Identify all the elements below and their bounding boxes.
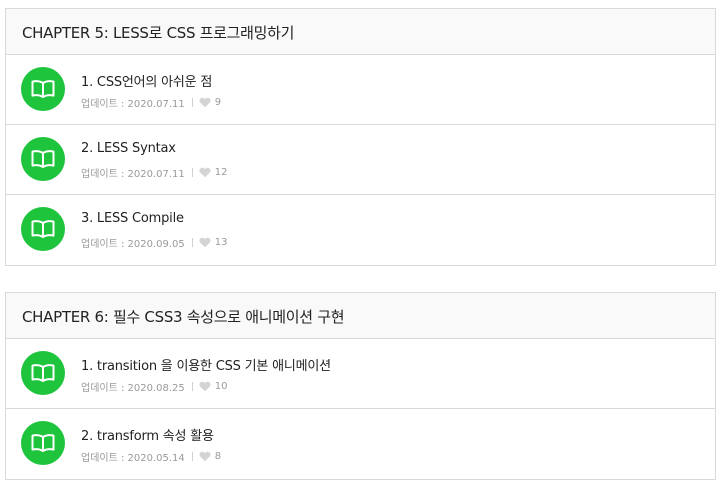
meta-divider	[191, 452, 193, 461]
lesson-title[interactable]: 3. LESS Compile	[81, 211, 184, 226]
like-count: 8	[214, 451, 222, 462]
like-count: 13	[214, 237, 228, 248]
lesson-meta: 업데이트 : 2020.07.11 12	[81, 165, 228, 180]
chapter-header: CHAPTER 5: LESS로 CSS 프로그래밍하기	[6, 9, 715, 55]
lesson-meta: 업데이트 : 2020.09.05 13	[81, 235, 228, 250]
chapter-section: CHAPTER 6: 필수 CSS3 속성으로 애니메이션 구현 1. tran…	[5, 292, 716, 480]
lesson-title[interactable]: 2. LESS Syntax	[81, 141, 176, 156]
book-icon	[21, 351, 65, 395]
meta-divider	[191, 382, 193, 391]
book-icon	[21, 421, 65, 465]
heart-icon	[199, 167, 211, 178]
lesson-item[interactable]: 3. LESS Compile 업데이트 : 2020.09.05 13	[6, 195, 715, 265]
book-icon	[21, 137, 65, 181]
chapter-section: CHAPTER 5: LESS로 CSS 프로그래밍하기 1. CSS언어의 아…	[5, 8, 716, 266]
lesson-item[interactable]: 1. CSS언어의 아쉬운 점 업데이트 : 2020.07.11 9	[6, 55, 715, 125]
lesson-item[interactable]: 2. LESS Syntax 업데이트 : 2020.07.11 12	[6, 125, 715, 195]
book-icon	[21, 207, 65, 251]
meta-divider	[191, 98, 193, 107]
update-date: 업데이트 : 2020.08.25	[81, 383, 185, 394]
update-date: 업데이트 : 2020.09.05	[81, 239, 185, 250]
heart-icon	[199, 97, 211, 108]
lesson-item[interactable]: 2. transform 속성 활용 업데이트 : 2020.05.14 8	[6, 409, 715, 479]
course-curriculum: CHAPTER 5: LESS로 CSS 프로그래밍하기 1. CSS언어의 아…	[0, 0, 725, 485]
meta-divider	[191, 238, 193, 247]
chapter-header: CHAPTER 6: 필수 CSS3 속성으로 애니메이션 구현	[6, 293, 715, 339]
meta-divider	[191, 168, 193, 177]
lesson-meta: 업데이트 : 2020.07.11 9	[81, 95, 221, 110]
update-date: 업데이트 : 2020.07.11	[81, 99, 185, 110]
update-date: 업데이트 : 2020.07.11	[81, 169, 185, 180]
heart-icon	[199, 451, 211, 462]
chapter-title: CHAPTER 5: LESS로 CSS 프로그래밍하기	[22, 24, 295, 42]
chapter-title: CHAPTER 6: 필수 CSS3 속성으로 애니메이션 구현	[22, 308, 345, 326]
lesson-title[interactable]: 1. CSS언어의 아쉬운 점	[81, 71, 212, 90]
lesson-meta: 업데이트 : 2020.08.25 10	[81, 379, 228, 394]
lesson-title[interactable]: 1. transition 을 이용한 CSS 기본 애니메이션	[81, 355, 331, 374]
heart-icon	[199, 381, 211, 392]
like-count: 10	[214, 381, 228, 392]
update-date: 업데이트 : 2020.05.14	[81, 453, 185, 464]
heart-icon	[199, 237, 211, 248]
lesson-title[interactable]: 2. transform 속성 활용	[81, 425, 214, 444]
like-count: 12	[214, 167, 228, 178]
lesson-item[interactable]: 1. transition 을 이용한 CSS 기본 애니메이션 업데이트 : …	[6, 339, 715, 409]
like-count: 9	[214, 97, 222, 108]
lesson-meta: 업데이트 : 2020.05.14 8	[81, 449, 221, 464]
book-icon	[21, 67, 65, 111]
